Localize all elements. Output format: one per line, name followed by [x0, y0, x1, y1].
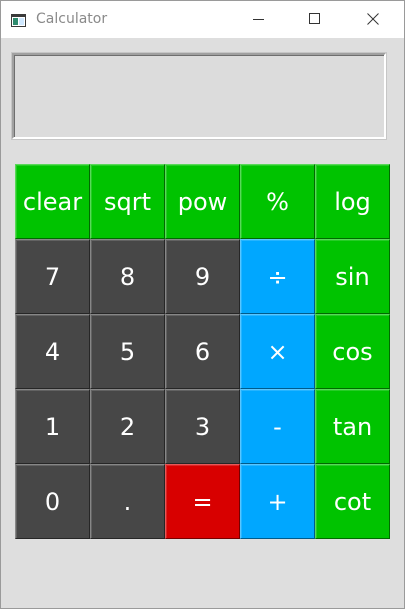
digit-5-button[interactable]: 5	[90, 314, 165, 389]
close-icon	[367, 13, 379, 25]
digit-9-button[interactable]: 9	[165, 239, 240, 314]
window-title: Calculator	[36, 11, 108, 27]
pow-button[interactable]: pow	[165, 164, 240, 239]
multiply-button[interactable]: ×	[240, 314, 315, 389]
app-icon	[11, 12, 26, 27]
minus-button[interactable]: -	[240, 389, 315, 464]
minimize-icon	[253, 19, 264, 20]
calculator-window: Calculator clear sqrt pow % log 7 8 9 ÷ …	[0, 0, 405, 609]
digit-6-button[interactable]: 6	[165, 314, 240, 389]
sin-button[interactable]: sin	[315, 239, 390, 314]
digit-7-button[interactable]: 7	[15, 239, 90, 314]
digit-0-button[interactable]: 0	[15, 464, 90, 539]
maximize-icon	[309, 13, 320, 24]
maximize-button[interactable]	[292, 1, 338, 38]
decimal-point-button[interactable]: .	[90, 464, 165, 539]
clear-button[interactable]: clear	[15, 164, 90, 239]
digit-4-button[interactable]: 4	[15, 314, 90, 389]
cos-button[interactable]: cos	[315, 314, 390, 389]
equals-button[interactable]: =	[165, 464, 240, 539]
tan-button[interactable]: tan	[315, 389, 390, 464]
digit-8-button[interactable]: 8	[90, 239, 165, 314]
digit-1-button[interactable]: 1	[15, 389, 90, 464]
close-button[interactable]	[350, 1, 396, 38]
sqrt-button[interactable]: sqrt	[90, 164, 165, 239]
digit-3-button[interactable]: 3	[165, 389, 240, 464]
keypad: clear sqrt pow % log 7 8 9 ÷ sin 4 5 6 ×…	[15, 164, 390, 539]
plus-button[interactable]: +	[240, 464, 315, 539]
display-field[interactable]	[12, 53, 386, 139]
title-bar[interactable]: Calculator	[1, 1, 404, 38]
digit-2-button[interactable]: 2	[90, 389, 165, 464]
cot-button[interactable]: cot	[315, 464, 390, 539]
divide-button[interactable]: ÷	[240, 239, 315, 314]
log-button[interactable]: log	[315, 164, 390, 239]
percent-button[interactable]: %	[240, 164, 315, 239]
minimize-button[interactable]	[236, 1, 282, 38]
